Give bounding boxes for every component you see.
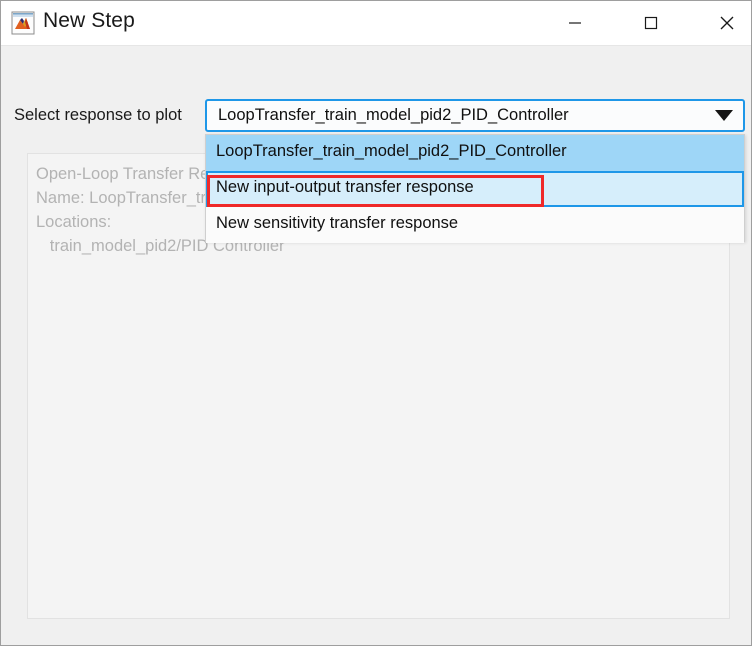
matlab-membrane-icon: [11, 11, 35, 35]
maximize-icon: [644, 16, 658, 30]
minimize-icon: [569, 22, 581, 24]
response-dropdown-list[interactable]: LoopTransfer_train_model_pid2_PID_Contro…: [205, 134, 745, 243]
select-response-label: Select response to plot: [14, 106, 182, 124]
maximize-button[interactable]: [625, 1, 677, 45]
dialog-body: Open-Loop Transfer Response Name: LoopTr…: [2, 46, 751, 645]
close-button[interactable]: [701, 1, 751, 45]
dropdown-option-label: New sensitivity transfer response: [216, 214, 459, 232]
combo-selected-value: LoopTransfer_train_model_pid2_PID_Contro…: [218, 106, 569, 124]
dropdown-option-label: LoopTransfer_train_model_pid2_PID_Contro…: [216, 142, 567, 160]
window-title: New Step: [43, 9, 135, 32]
close-icon: [720, 16, 734, 30]
dropdown-option-looptransfer[interactable]: LoopTransfer_train_model_pid2_PID_Contro…: [206, 135, 744, 171]
new-step-dialog: New Step Open-Loop Transfer Response Nam…: [0, 0, 752, 646]
response-combo-box[interactable]: LoopTransfer_train_model_pid2_PID_Contro…: [205, 99, 745, 132]
dropdown-option-new-sensitivity[interactable]: New sensitivity transfer response: [206, 207, 744, 243]
chevron-down-icon[interactable]: [715, 110, 733, 121]
dropdown-option-label: New input-output transfer response: [216, 178, 474, 196]
minimize-button[interactable]: [549, 1, 601, 45]
dropdown-option-new-input-output[interactable]: New input-output transfer response: [206, 171, 744, 207]
title-bar: New Step: [1, 1, 751, 46]
